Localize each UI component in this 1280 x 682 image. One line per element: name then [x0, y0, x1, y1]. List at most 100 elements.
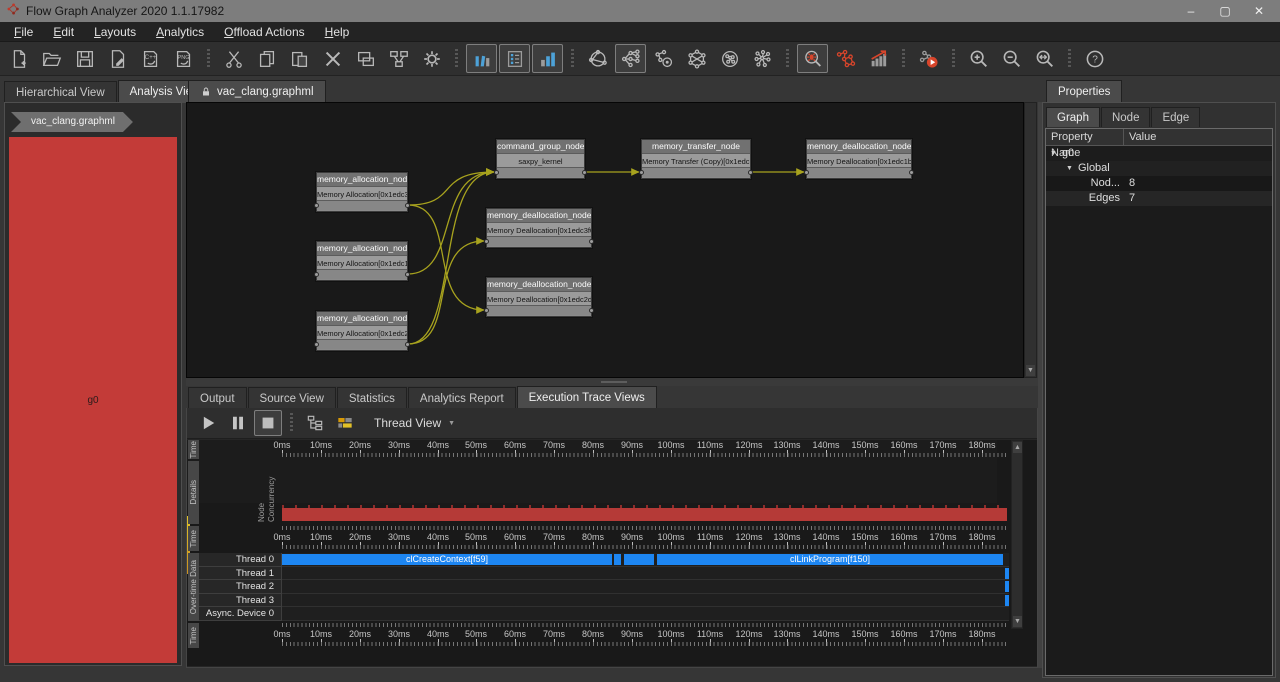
performance-chart-button[interactable]	[863, 44, 894, 73]
group-nodes-button[interactable]	[350, 44, 381, 73]
tab-statistics[interactable]: Statistics	[337, 387, 407, 409]
graph-edge[interactable]	[408, 241, 484, 344]
output-port[interactable]	[405, 342, 410, 347]
input-port[interactable]	[314, 342, 319, 347]
rule-check-view-button[interactable]	[499, 44, 530, 73]
new-file-button[interactable]	[3, 44, 34, 73]
delete-button[interactable]	[317, 44, 348, 73]
graph-edge[interactable]	[408, 205, 484, 310]
tab-execution-trace-views[interactable]: Execution Trace Views	[517, 386, 657, 409]
stop-button[interactable]	[254, 410, 282, 436]
graph-node[interactable]: memory_allocation_nodeMemory Allocation[…	[316, 241, 408, 281]
graph-node[interactable]: memory_allocation_nodeMemory Allocation[…	[316, 311, 408, 351]
graph-edge[interactable]	[408, 172, 494, 274]
find-node-button[interactable]	[797, 44, 828, 73]
tab-vac-clang-graphml[interactable]: vac_clang.graphml	[188, 80, 326, 103]
tab-output[interactable]: Output	[188, 387, 247, 409]
input-port[interactable]	[484, 239, 489, 244]
zoom-reset-button[interactable]	[1029, 44, 1060, 73]
graph-node[interactable]: memory_deallocation_nodeMemory Deallocat…	[486, 208, 592, 248]
graph-node[interactable]: command_group_nodesaxpy_kernel	[496, 139, 585, 179]
trace-event-bar[interactable]	[1005, 581, 1009, 592]
output-port[interactable]	[405, 272, 410, 277]
horizontal-splitter[interactable]	[186, 378, 1038, 386]
graph-node[interactable]: memory_transfer_nodeMemory Transfer (Cop…	[641, 139, 751, 179]
output-port[interactable]	[589, 308, 594, 313]
thread-view-dropdown[interactable]: Thread View ▼	[374, 416, 455, 430]
circular-layout-button[interactable]	[681, 44, 712, 73]
concurrency-bar[interactable]	[282, 508, 1007, 521]
run-trace-button[interactable]	[913, 44, 944, 73]
tab-source-view[interactable]: Source View	[248, 387, 336, 409]
expand-caret-icon[interactable]: ▼	[1066, 161, 1073, 176]
zoom-out-button[interactable]	[996, 44, 1027, 73]
menu-layouts[interactable]: Layouts	[84, 23, 146, 41]
histogram-view-button[interactable]	[466, 44, 497, 73]
graph-node[interactable]: memory_deallocation_nodeMemory Deallocat…	[806, 139, 912, 179]
property-row-nod[interactable]: Nod...8	[1046, 176, 1272, 191]
trace-event-bar[interactable]	[624, 554, 654, 565]
graph-edge[interactable]	[408, 172, 494, 344]
graph-overview-thumbnail[interactable]: g0	[9, 137, 177, 663]
cluster-layout-button[interactable]	[747, 44, 778, 73]
targeted-layout-button[interactable]	[648, 44, 679, 73]
save-file-button[interactable]	[69, 44, 100, 73]
property-row-edges[interactable]: Edges7	[1046, 191, 1272, 206]
copy-button[interactable]	[251, 44, 282, 73]
scroll-up-button[interactable]: ▲	[1013, 442, 1022, 453]
pause-button[interactable]	[224, 410, 252, 436]
trace-event-bar[interactable]	[1005, 595, 1009, 606]
menu-help[interactable]: Help	[315, 23, 360, 41]
subtab-edge[interactable]: Edge	[1151, 107, 1200, 127]
graph-node[interactable]: memory_deallocation_nodeMemory Deallocat…	[486, 277, 592, 317]
zoom-in-button[interactable]	[963, 44, 994, 73]
tree-layout-button[interactable]	[615, 44, 646, 73]
column-header-property-name[interactable]: Property Name	[1046, 129, 1124, 145]
column-header-value[interactable]: Value	[1124, 129, 1156, 145]
output-port[interactable]	[405, 203, 410, 208]
trace-vertical-scrollbar[interactable]: ▲▼	[1011, 440, 1023, 629]
input-port[interactable]	[494, 170, 499, 175]
expand-caret-icon[interactable]: ▼	[1050, 146, 1057, 161]
property-row-g0[interactable]: ▼g0	[1046, 146, 1272, 161]
cut-button[interactable]	[218, 44, 249, 73]
menu-offload-actions[interactable]: Offload Actions	[214, 23, 315, 41]
canvas-vertical-scrollbar[interactable]: ▼	[1024, 102, 1037, 378]
graph-canvas[interactable]: memory_allocation_nodeMemory Allocation[…	[186, 102, 1024, 378]
help-button[interactable]: ?	[1079, 44, 1110, 73]
output-port[interactable]	[748, 170, 753, 175]
close-button[interactable]: ✕	[1242, 0, 1276, 22]
breadcrumb[interactable]: vac_clang.graphml	[11, 112, 133, 132]
menu-edit[interactable]: Edit	[43, 23, 84, 41]
paste-button[interactable]	[284, 44, 315, 73]
subtab-graph[interactable]: Graph	[1046, 107, 1100, 127]
tab-hierarchical-view[interactable]: Hierarchical View	[4, 81, 117, 103]
critical-path-button[interactable]	[830, 44, 861, 73]
input-port[interactable]	[314, 272, 319, 277]
scroll-down-button[interactable]: ▼	[1026, 365, 1035, 376]
trace-event-bar[interactable]	[1005, 568, 1009, 579]
tab-analytics-report[interactable]: Analytics Report	[408, 387, 516, 409]
input-port[interactable]	[804, 170, 809, 175]
graph-edge[interactable]	[408, 172, 494, 205]
output-port[interactable]	[909, 170, 914, 175]
output-port[interactable]	[589, 239, 594, 244]
color-map-button[interactable]	[331, 410, 359, 436]
layout-graph-button[interactable]	[383, 44, 414, 73]
preferences-gear-button[interactable]	[416, 44, 447, 73]
export-cpp-button[interactable]: C++	[135, 44, 166, 73]
input-port[interactable]	[484, 308, 489, 313]
tab-properties[interactable]: Properties	[1046, 80, 1122, 103]
output-port[interactable]	[582, 170, 587, 175]
spring-layout-button[interactable]	[582, 44, 613, 73]
menu-analytics[interactable]: Analytics	[146, 23, 214, 41]
flat-view-button[interactable]	[301, 410, 329, 436]
export-png-button[interactable]: PNG	[168, 44, 199, 73]
trace-event-bar[interactable]	[614, 554, 621, 565]
open-file-button[interactable]	[36, 44, 67, 73]
play-button[interactable]	[194, 410, 222, 436]
force-layout-button[interactable]	[714, 44, 745, 73]
input-port[interactable]	[639, 170, 644, 175]
input-port[interactable]	[314, 203, 319, 208]
trace-event-bar[interactable]: clCreateContext[f59]	[282, 554, 612, 565]
